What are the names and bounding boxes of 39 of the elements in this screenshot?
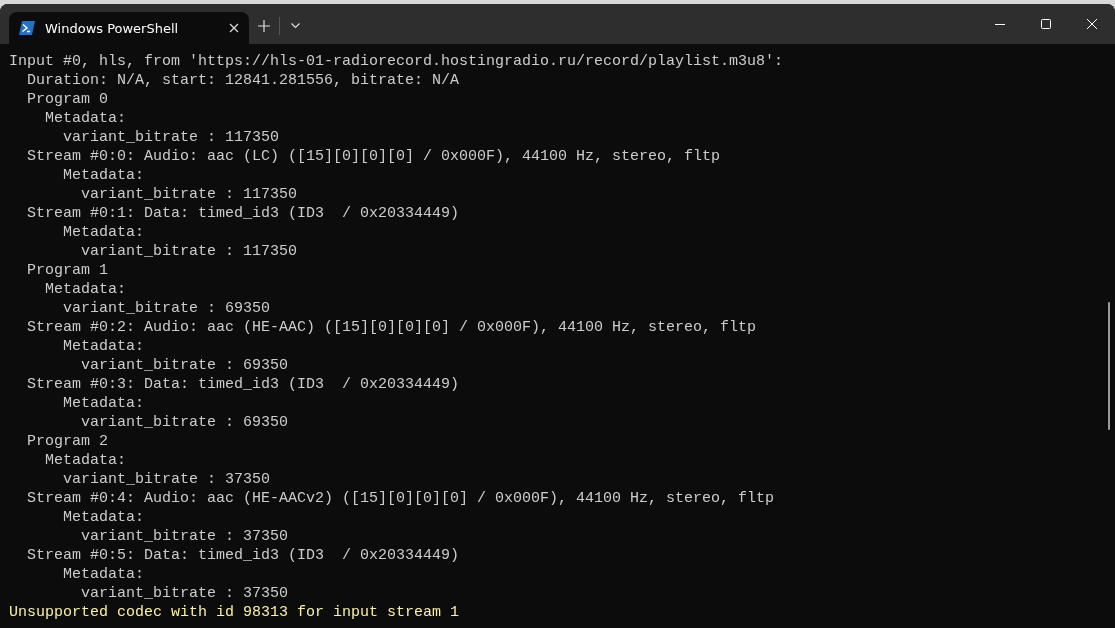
output-line: Metadata: (62, 337, 145, 356)
minimize-icon (995, 23, 1005, 25)
output-line: Metadata: (62, 565, 145, 584)
output-line: variant_bitrate : 117350 (80, 185, 298, 204)
output-line: variant_bitrate : 37350 (62, 470, 271, 489)
output-line: variant_bitrate : 37350 (80, 527, 289, 546)
output-line: Stream #0:4: Audio: aac (HE-AACv2) ([15][0][0][0] / 0x000F), 44100 Hz, stereo, fltp (26, 489, 775, 508)
output-line: Metadata: (44, 280, 127, 299)
output-line: Metadata: (62, 394, 145, 413)
output-line: Duration: N/A, start: 12841.281556, bitrate: N/A (26, 71, 460, 90)
output-line: variant_bitrate : 117350 (80, 242, 298, 261)
powershell-icon (19, 21, 35, 35)
output-line: variant_bitrate : 37350 (80, 584, 289, 603)
chevron-down-icon (290, 23, 300, 29)
plus-icon (258, 20, 270, 32)
output-line: Stream #0:5: Data: timed_id3 (ID3 / 0x20334449) (26, 546, 460, 565)
output-line: variant_bitrate : 69350 (80, 356, 289, 375)
output-line: Stream #0:1: Data: timed_id3 (ID3 / 0x20334449) (26, 204, 460, 223)
output-line: Program 1 (26, 261, 109, 280)
output-line: Metadata: (62, 508, 145, 527)
output-line: variant_bitrate : 69350 (80, 413, 289, 432)
scrollbar[interactable] (1108, 302, 1110, 430)
output-line: Program 0 (26, 90, 109, 109)
output-line: variant_bitrate : 69350 (62, 299, 271, 318)
output-line: Metadata: (44, 451, 127, 470)
output-line: Metadata: (44, 109, 127, 128)
output-line: Stream #0:0: Audio: aac (LC) ([15][0][0][0] / 0x000F), 44100 Hz, stereo, fltp (26, 147, 721, 166)
maximize-icon (1041, 19, 1051, 29)
warning-line: Unsupported codec with id 98313 for input stream 1 (9, 603, 460, 622)
output-line: Program 2 (26, 432, 109, 451)
output-line: Metadata: (62, 223, 145, 242)
output-line: Stream #0:2: Audio: aac (HE-AAC) ([15][0][0][0] / 0x000F), 44100 Hz, stereo, fltp (26, 318, 757, 337)
output-line: Stream #0:3: Data: timed_id3 (ID3 / 0x20334449) (26, 375, 460, 394)
output-line: Input #0, hls, from 'https://hls-01-radiorecord.hostingradio.ru/record/playlist.m3u8': (9, 52, 784, 71)
output-line: variant_bitrate : 117350 (62, 128, 280, 147)
close-icon[interactable] (229, 23, 239, 33)
output-line: Metadata: (62, 166, 145, 185)
close-icon (1087, 19, 1097, 29)
terminal-tab[interactable]: Windows PowerShell (9, 12, 249, 44)
